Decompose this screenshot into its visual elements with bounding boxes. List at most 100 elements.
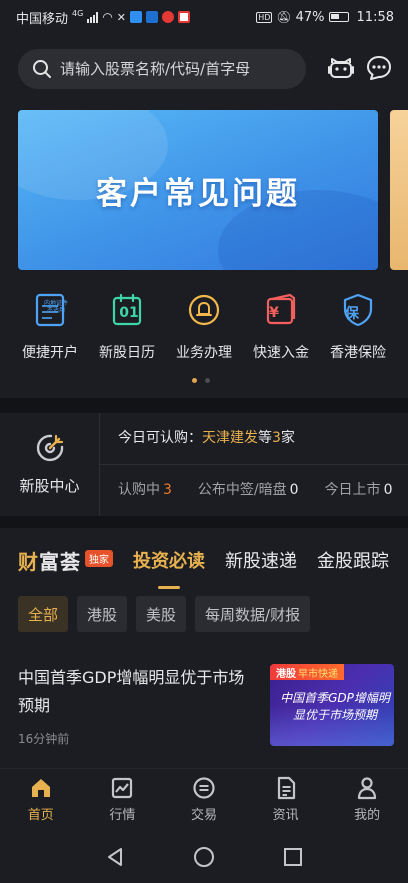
service-icon (186, 292, 222, 328)
stat-listing-today[interactable]: 今日上市 0 (325, 479, 393, 499)
pager-dot (205, 378, 210, 383)
search-input[interactable] (60, 60, 290, 78)
chip-all[interactable]: 全部 (18, 596, 69, 632)
news-icon (277, 776, 295, 800)
battery-icon (328, 12, 349, 22)
chip-us-stocks[interactable]: 美股 (136, 596, 187, 632)
today-stock-name: 天津建发 (202, 430, 258, 446)
section-divider (0, 398, 408, 413)
nav-label: 交易 (190, 808, 217, 823)
chip-hk-stocks[interactable]: 港股 (77, 596, 128, 632)
ipo-center-entry[interactable]: 新股中心 (0, 413, 100, 516)
search-row (18, 48, 398, 90)
quick-action-label: 快速入金 (253, 345, 309, 361)
brand-first-char: 财 (18, 549, 39, 574)
thumbnail-tag-sub: 早市快递 (298, 668, 338, 680)
robot-service-icon (328, 58, 354, 78)
deposit-icon-text: ¥ (269, 305, 279, 321)
section-divider-2 (0, 516, 408, 528)
home-icon (31, 779, 50, 797)
hd-icon: HD (256, 11, 273, 23)
quick-action-label: 香港保险 (330, 345, 386, 361)
today-suffix: 家 (280, 430, 295, 446)
search-bar[interactable] (18, 49, 306, 89)
carrier-name: 中国移动 (16, 11, 69, 27)
quick-action-label: 新股日历 (99, 345, 155, 361)
messages-button[interactable] (364, 53, 394, 83)
thumbnail-text: 中国首季GDP增幅明显优于市场预期 (280, 691, 390, 722)
nav-news[interactable]: 资讯 (256, 776, 316, 823)
tab-must-read[interactable]: 投资必读 (133, 547, 205, 589)
chat-bubble-icon (367, 56, 391, 80)
thumbnail-tag: 港股 早市快递 (270, 664, 344, 680)
quick-actions: 便捷开户 新股日历 业务办理 快速入金 香港保险 (18, 292, 390, 362)
status-left: 中国移动 4G ◠ ✕ (16, 8, 191, 27)
article-thumbnail: 港股 早市快递 中国首季GDP增幅明显优于市场预期 (270, 664, 394, 746)
status-right: HD 🔕︎ 47% 11:58 (256, 10, 394, 25)
article-title: 中国首季GDP增幅明显优于市场预期 (18, 668, 245, 715)
calendar-icon-text: 01 (119, 305, 139, 321)
wifi-icon: ◠ (102, 10, 113, 24)
chip-weekly-data[interactable]: 每周数据/财报 (195, 596, 311, 632)
app-notification-icon-3 (162, 11, 175, 23)
quick-action-label: 业务办理 (176, 345, 232, 361)
pager-dot-active (192, 378, 197, 383)
tab-ipo-express[interactable]: 新股速递 (225, 547, 297, 573)
today-mid: 等 (258, 430, 272, 446)
stat-value: 0 (383, 482, 393, 498)
stat-value: 0 (289, 482, 299, 498)
banner-title: 客户常见问题 (96, 175, 300, 212)
signal-icon (87, 11, 99, 23)
customer-service-button[interactable] (326, 53, 356, 83)
nav-label: 资讯 (272, 808, 299, 823)
clock: 11:58 (356, 9, 394, 25)
article-card[interactable]: 中国首季GDP增幅明显优于市场预期 16分钟前 港股 早市快递 中国首季GDP增幅… (18, 660, 394, 750)
today-subscribe-line[interactable]: 今日可认购：天津建发等3家 (118, 427, 295, 447)
ipo-center-label: 新股中心 (19, 477, 80, 495)
quick-action-services[interactable]: 业务办理 (172, 292, 236, 362)
nav-profile[interactable]: 我的 (337, 776, 397, 823)
quick-action-ipo-calendar[interactable]: 新股日历 (95, 292, 159, 362)
app-notification-icon (130, 11, 143, 23)
back-icon[interactable] (105, 847, 125, 867)
trade-icon (193, 777, 215, 799)
stat-value: 3 (163, 482, 172, 498)
brand-rest: 富荟 (39, 549, 81, 574)
thumbnail-tag-main: 港股 (276, 668, 296, 680)
recents-square-icon[interactable] (283, 847, 303, 867)
stat-label: 今日上市 (324, 482, 381, 498)
stat-label: 认购中 (118, 482, 160, 498)
next-banner-peek[interactable] (390, 110, 408, 270)
exclusive-badge: 独家 (85, 549, 113, 567)
target-icon (36, 434, 63, 462)
filter-chips: 全部 港股 美股 每周数据/财报 (18, 596, 311, 632)
nav-home[interactable]: 首页 (11, 776, 71, 823)
mute-icon: 🔕︎ (276, 10, 292, 24)
ipo-center: 新股中心 今日可认购：天津建发等3家 认购中 3 公布中签/暗盘 0 今日上市 0 (0, 413, 408, 516)
article-time: 16分钟前 (18, 732, 70, 746)
bottom-nav: 首页 行情 交易 资讯 我的 (0, 768, 408, 830)
nav-market[interactable]: 行情 (92, 776, 152, 823)
status-bar: 中国移动 4G ◠ ✕ HD 🔕︎ 47% 11:58 (0, 0, 408, 34)
system-nav-bar (0, 830, 408, 883)
nav-trade[interactable]: 交易 (174, 776, 234, 823)
location-icon (178, 11, 191, 23)
ipo-divider (100, 464, 408, 465)
notification-icon: ✕ (116, 10, 127, 24)
stat-label: 公布中签/暗盘 (197, 482, 287, 498)
brand-title: 财富荟 (18, 546, 81, 575)
nav-label: 行情 (109, 808, 136, 823)
market-chart-icon (112, 777, 133, 799)
stat-subscribing[interactable]: 认购中 3 (118, 479, 172, 499)
quick-action-deposit[interactable]: 快速入金 (249, 292, 313, 362)
promo-banner[interactable]: 客户常见问题 (18, 110, 378, 270)
stat-allotment[interactable]: 公布中签/暗盘 0 (198, 479, 299, 499)
tab-gold-stocks[interactable]: 金股跟踪 (317, 547, 389, 573)
search-icon (33, 60, 51, 78)
home-circle-icon[interactable] (193, 846, 215, 868)
today-count: 3 (272, 430, 281, 446)
ipo-stats: 认购中 3 公布中签/暗盘 0 今日上市 0 (118, 479, 392, 499)
quick-action-label: 便捷开户 (22, 345, 78, 361)
nav-label: 首页 (27, 808, 54, 823)
banner-pager (192, 378, 210, 383)
